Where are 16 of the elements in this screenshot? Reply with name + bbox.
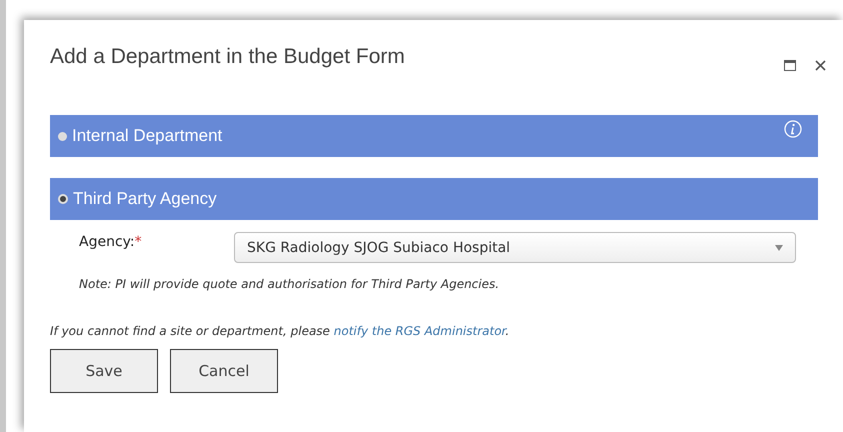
- help-text: If you cannot find a site or department, please notify the RGS Administrator.: [50, 323, 510, 338]
- info-icon[interactable]: [784, 120, 802, 138]
- radio-button[interactable]: [58, 194, 68, 204]
- agency-dropdown[interactable]: SKG Radiology SJOG Subiaco Hospital: [234, 232, 796, 263]
- option-label: Third Party Agency: [73, 189, 217, 209]
- close-icon[interactable]: [815, 60, 826, 71]
- note-text: Note: PI will provide quote and authorisation for Third Party Agencies.: [78, 276, 500, 291]
- maximize-icon[interactable]: [784, 60, 796, 71]
- field-label: Agency:*: [79, 233, 143, 250]
- cancel-button[interactable]: Cancel: [170, 349, 278, 393]
- dialog-title: Add a Department in the Budget Form: [50, 45, 405, 69]
- radio-button[interactable]: [58, 132, 67, 140]
- save-button[interactable]: Save: [50, 349, 158, 393]
- option-label: Internal Department: [72, 126, 222, 146]
- notify-link[interactable]: notify the RGS Administrator: [334, 324, 506, 338]
- caret-icon: [775, 244, 783, 250]
